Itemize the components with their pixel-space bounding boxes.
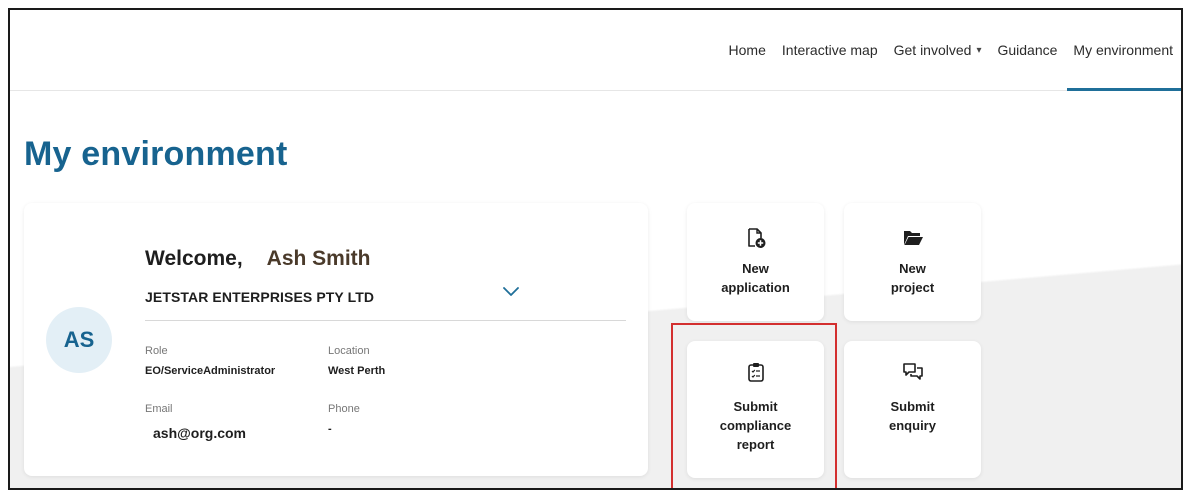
nav-guidance[interactable]: Guidance: [997, 10, 1057, 90]
new-project-tile[interactable]: New project: [844, 203, 981, 321]
submit-compliance-label-line3: report: [736, 437, 775, 452]
submit-compliance-report-tile[interactable]: Submit compliance report: [687, 341, 824, 478]
main-nav: Home Interactive map Get involved ▾ Guida…: [729, 10, 1181, 92]
nav-my-environment-label: My environment: [1073, 42, 1173, 58]
nav-interactive-map[interactable]: Interactive map: [782, 10, 878, 90]
profile-divider: [145, 320, 626, 321]
file-plus-icon: [747, 228, 765, 248]
role-value: EO/ServiceAdministrator: [145, 365, 276, 377]
browser-frame: Home Interactive map Get involved ▾ Guida…: [8, 8, 1183, 490]
email-label: Email: [145, 403, 173, 415]
chevron-down-icon[interactable]: [502, 285, 520, 299]
location-label: Location: [328, 345, 370, 357]
welcome-row: Welcome, Ash Smith: [145, 247, 371, 271]
profile-card: AS Welcome, Ash Smith JETSTAR ENTERPRISE…: [24, 203, 648, 476]
folder-open-icon: [903, 231, 923, 245]
welcome-label: Welcome,: [145, 247, 243, 270]
role-label: Role: [145, 345, 168, 357]
top-navigation-bar: Home Interactive map Get involved ▾ Guida…: [10, 10, 1181, 92]
organisation-name: JETSTAR ENTERPRISES PTY LTD: [145, 289, 375, 305]
submit-compliance-label-line1: Submit: [733, 399, 778, 414]
nav-home-label: Home: [728, 42, 766, 58]
submit-enquiry-label-line1: Submit: [890, 399, 935, 414]
nav-get-involved-label: Get involved: [893, 42, 972, 58]
nav-guidance-label: Guidance: [997, 42, 1058, 58]
phone-value: -: [328, 423, 332, 435]
new-application-tile[interactable]: New application: [687, 203, 824, 321]
submit-compliance-label-line2: compliance: [719, 418, 792, 433]
user-name: Ash Smith: [266, 247, 371, 270]
page-title: My environment: [24, 135, 288, 173]
submit-enquiry-tile[interactable]: Submit enquiry: [844, 341, 981, 478]
phone-label: Phone: [328, 403, 360, 415]
main-content: My environment AS Welcome, Ash Smith JET…: [10, 91, 1181, 488]
nav-interactive-map-label: Interactive map: [781, 42, 878, 58]
new-project-label-line2: project: [890, 280, 935, 295]
caret-down-icon: ▾: [976, 44, 982, 56]
nav-get-involved[interactable]: Get involved ▾: [894, 10, 982, 90]
location-value: West Perth: [328, 365, 386, 377]
email-value: ash@org.com: [153, 425, 247, 441]
submit-enquiry-label-line2: enquiry: [889, 418, 936, 433]
new-application-label-line2: application: [721, 280, 790, 295]
new-project-label-line1: New: [899, 261, 926, 276]
nav-my-environment[interactable]: My environment: [1067, 10, 1181, 92]
nav-home[interactable]: Home: [729, 10, 766, 90]
avatar: AS: [46, 307, 112, 373]
chat-bubbles-icon: [902, 363, 923, 380]
clipboard-checklist-icon: [747, 363, 764, 382]
new-application-label-line1: New: [742, 261, 769, 276]
